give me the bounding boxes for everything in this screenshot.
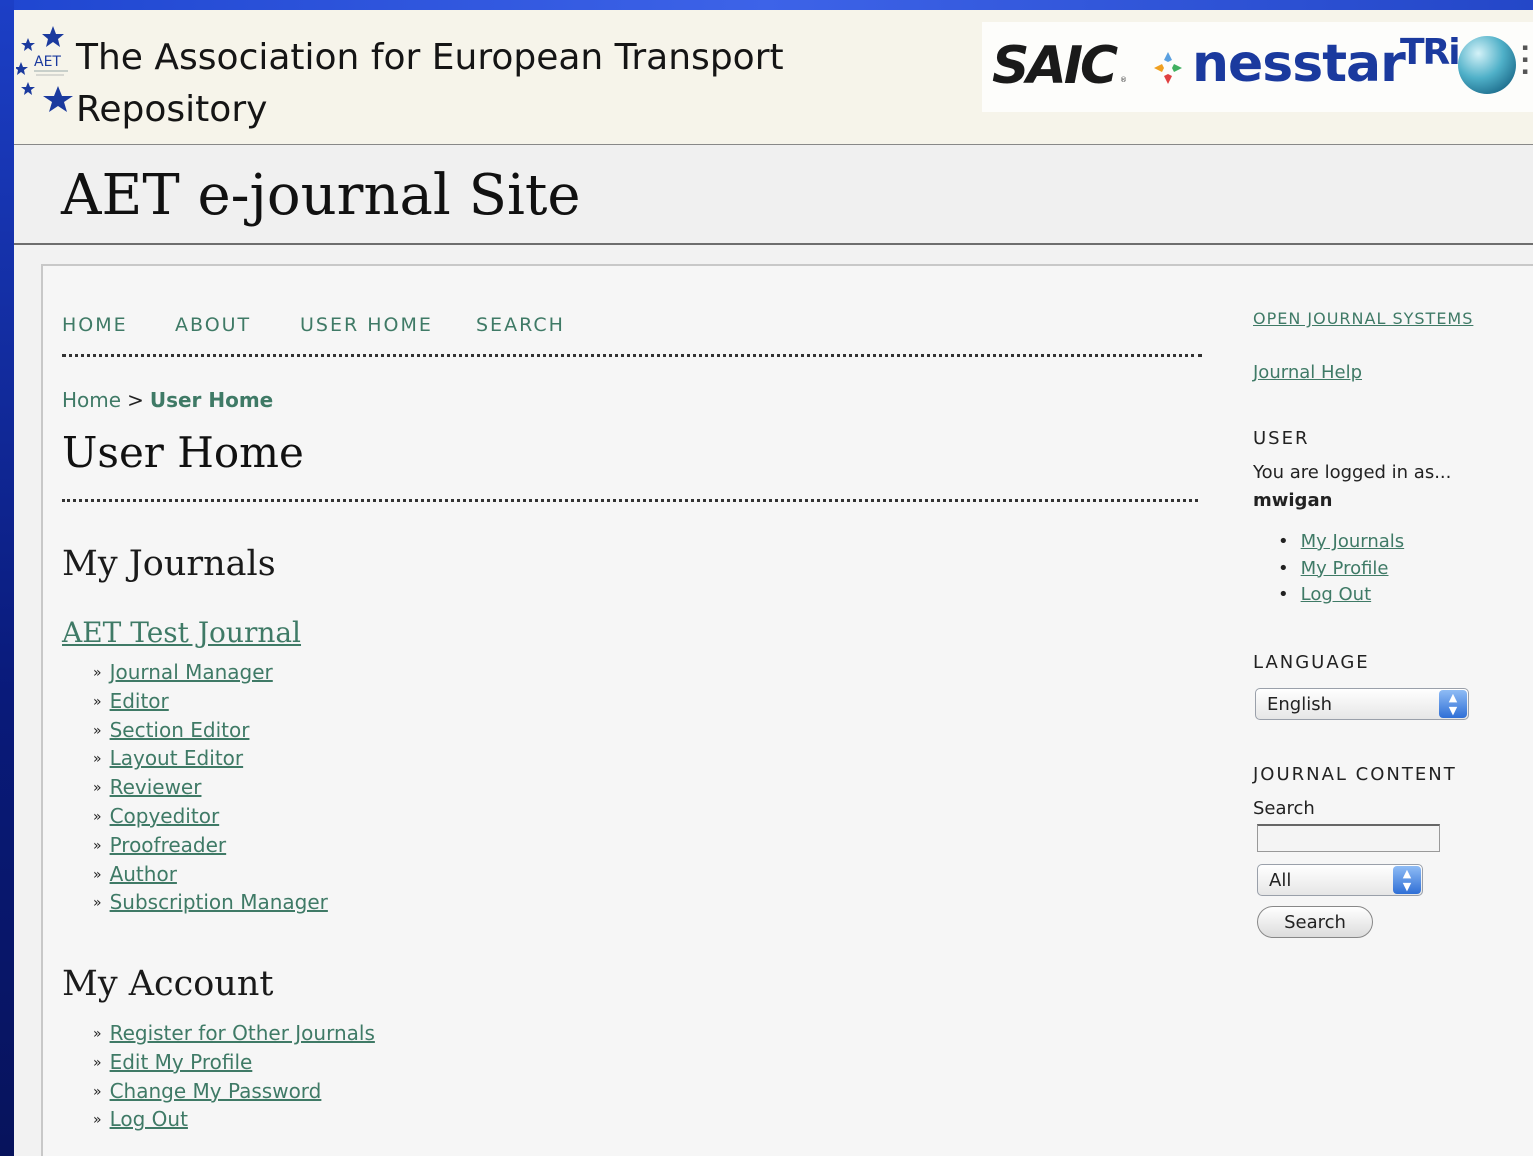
desktop-frame-left: [0, 0, 14, 1156]
ojs-link[interactable]: OPEN JOURNAL SYSTEMS: [1253, 309, 1473, 328]
logged-in-text: You are logged in as...: [1253, 462, 1452, 483]
role-link-copyeditor[interactable]: Copyeditor: [110, 804, 220, 828]
role-link-proofreader[interactable]: Proofreader: [110, 833, 227, 857]
title-divider: [62, 499, 1198, 502]
bullet-icon: »: [93, 693, 102, 710]
role-link-section-editor[interactable]: Section Editor: [110, 718, 250, 742]
saic-logo: SAIC: [992, 36, 1118, 96]
user-heading: USER: [1253, 428, 1310, 449]
bullet-icon: »: [93, 751, 102, 768]
bullet-icon: »: [93, 665, 102, 681]
list-item: » Proofreader: [93, 833, 328, 862]
bullet-icon: »: [93, 1026, 102, 1042]
header-banner: AET The Association for European Transpo…: [14, 10, 1533, 145]
bullet-icon: »: [93, 808, 102, 825]
search-button[interactable]: Search: [1257, 906, 1373, 938]
aet-stars-logo-icon: AET: [16, 26, 73, 112]
nav-about[interactable]: ABOUT: [175, 314, 251, 336]
bullet-icon: •: [1278, 531, 1289, 552]
role-link-subscription-manager[interactable]: Subscription Manager: [110, 890, 328, 914]
list-item: » Reviewer: [93, 775, 328, 804]
language-selected-value: English: [1267, 694, 1332, 715]
tri-logo: TRi: [1400, 32, 1461, 73]
journal-content-heading: JOURNAL CONTENT: [1253, 764, 1457, 785]
bullet-icon: »: [93, 895, 102, 912]
journal-roles-list: » Journal Manager » Editor » Section Editor…: [93, 660, 328, 919]
search-scope-value: All: [1269, 870, 1292, 891]
list-item: • My Journals: [1278, 531, 1404, 558]
list-item: » Edit My Profile: [93, 1050, 375, 1079]
nesstar-logo: nesstar: [1192, 34, 1406, 94]
saic-trademark-mark: ®: [1120, 76, 1127, 84]
page-title: User Home: [62, 428, 304, 477]
logout-link[interactable]: Log Out: [110, 1107, 188, 1131]
journal-help-link[interactable]: Journal Help: [1253, 362, 1362, 383]
bullet-icon: »: [93, 1112, 102, 1129]
register-other-journals-link[interactable]: Register for Other Journals: [110, 1021, 375, 1045]
main-navigation: HOME ABOUT USER HOME SEARCH: [62, 314, 1202, 357]
my-account-heading: My Account: [62, 964, 274, 1004]
bullet-icon: •: [1278, 584, 1289, 605]
list-item: » Layout Editor: [93, 746, 328, 775]
breadcrumb-home[interactable]: Home: [62, 388, 121, 412]
site-title-bar: AET e-journal Site: [14, 145, 1533, 245]
my-journals-heading: My Journals: [62, 544, 276, 584]
bullet-icon: »: [93, 780, 102, 797]
sidebar-my-profile-link[interactable]: My Profile: [1301, 558, 1389, 579]
nesstar-diamond-icon: [1154, 52, 1182, 84]
role-link-editor[interactable]: Editor: [110, 689, 169, 713]
role-link-author[interactable]: Author: [110, 862, 177, 886]
select-arrows-icon: ▲ ▼: [1439, 690, 1467, 718]
search-scope-select[interactable]: All ▲ ▼: [1257, 864, 1423, 896]
language-select[interactable]: English ▲ ▼: [1255, 688, 1469, 720]
breadcrumb: Home > User Home: [62, 388, 273, 412]
list-item: • Log Out: [1278, 584, 1404, 611]
content-panel: HOME ABOUT USER HOME SEARCH Home > User Ho…: [41, 264, 1533, 1156]
bullet-icon: »: [93, 837, 102, 854]
search-input[interactable]: [1257, 824, 1440, 852]
browser-page: AET The Association for European Transpo…: [14, 10, 1533, 1156]
list-item: » Subscription Manager: [93, 890, 328, 919]
journal-link-aet-test[interactable]: AET Test Journal: [62, 616, 301, 649]
list-item: » Editor: [93, 689, 328, 718]
desktop-frame-top: [0, 0, 1533, 10]
bullet-icon: »: [93, 866, 102, 883]
edit-profile-link[interactable]: Edit My Profile: [110, 1050, 253, 1074]
nav-home[interactable]: HOME: [62, 314, 128, 336]
role-link-layout-editor[interactable]: Layout Editor: [110, 746, 244, 770]
list-item: » Register for Other Journals: [93, 1021, 375, 1050]
language-heading: LANGUAGE: [1253, 652, 1370, 673]
list-item: » Change My Password: [93, 1079, 375, 1108]
association-title: The Association for European Transport R…: [76, 37, 784, 130]
user-links-list: • My Journals • My Profile • Log Out: [1278, 531, 1404, 611]
role-link-journal-manager[interactable]: Journal Manager: [110, 660, 273, 684]
sidebar-my-journals-link[interactable]: My Journals: [1301, 531, 1405, 552]
svg-text:AET: AET: [34, 54, 61, 70]
nav-search[interactable]: SEARCH: [476, 314, 565, 336]
list-item: » Journal Manager: [93, 660, 328, 689]
list-item: • My Profile: [1278, 558, 1404, 585]
nav-user-home[interactable]: USER HOME: [300, 314, 433, 336]
list-item: » Section Editor: [93, 718, 328, 747]
globe-logo-caption: ▪ ▪ ▪: [1522, 43, 1529, 77]
bullet-icon: »: [93, 722, 102, 739]
list-item: » Copyeditor: [93, 804, 328, 833]
bullet-icon: »: [93, 1054, 102, 1071]
site-title: AET e-journal Site: [61, 163, 581, 228]
globe-logo-icon: [1458, 36, 1516, 94]
account-links-list: » Register for Other Journals » Edit My Pr…: [93, 1021, 375, 1136]
bullet-icon: »: [93, 1083, 102, 1100]
sponsor-logos: SAIC ® nesstar TRi ▪ ▪ ▪: [982, 22, 1533, 112]
breadcrumb-separator: >: [127, 388, 144, 412]
sidebar-logout-link[interactable]: Log Out: [1301, 584, 1372, 605]
list-item: » Author: [93, 862, 328, 891]
list-item: » Log Out: [93, 1107, 375, 1136]
search-label: Search: [1253, 798, 1315, 819]
change-password-link[interactable]: Change My Password: [110, 1079, 322, 1103]
username: mwigan: [1253, 490, 1333, 511]
bullet-icon: •: [1278, 557, 1289, 579]
role-link-reviewer[interactable]: Reviewer: [110, 775, 202, 799]
breadcrumb-current[interactable]: User Home: [150, 388, 273, 412]
select-arrows-icon: ▲ ▼: [1393, 866, 1421, 894]
